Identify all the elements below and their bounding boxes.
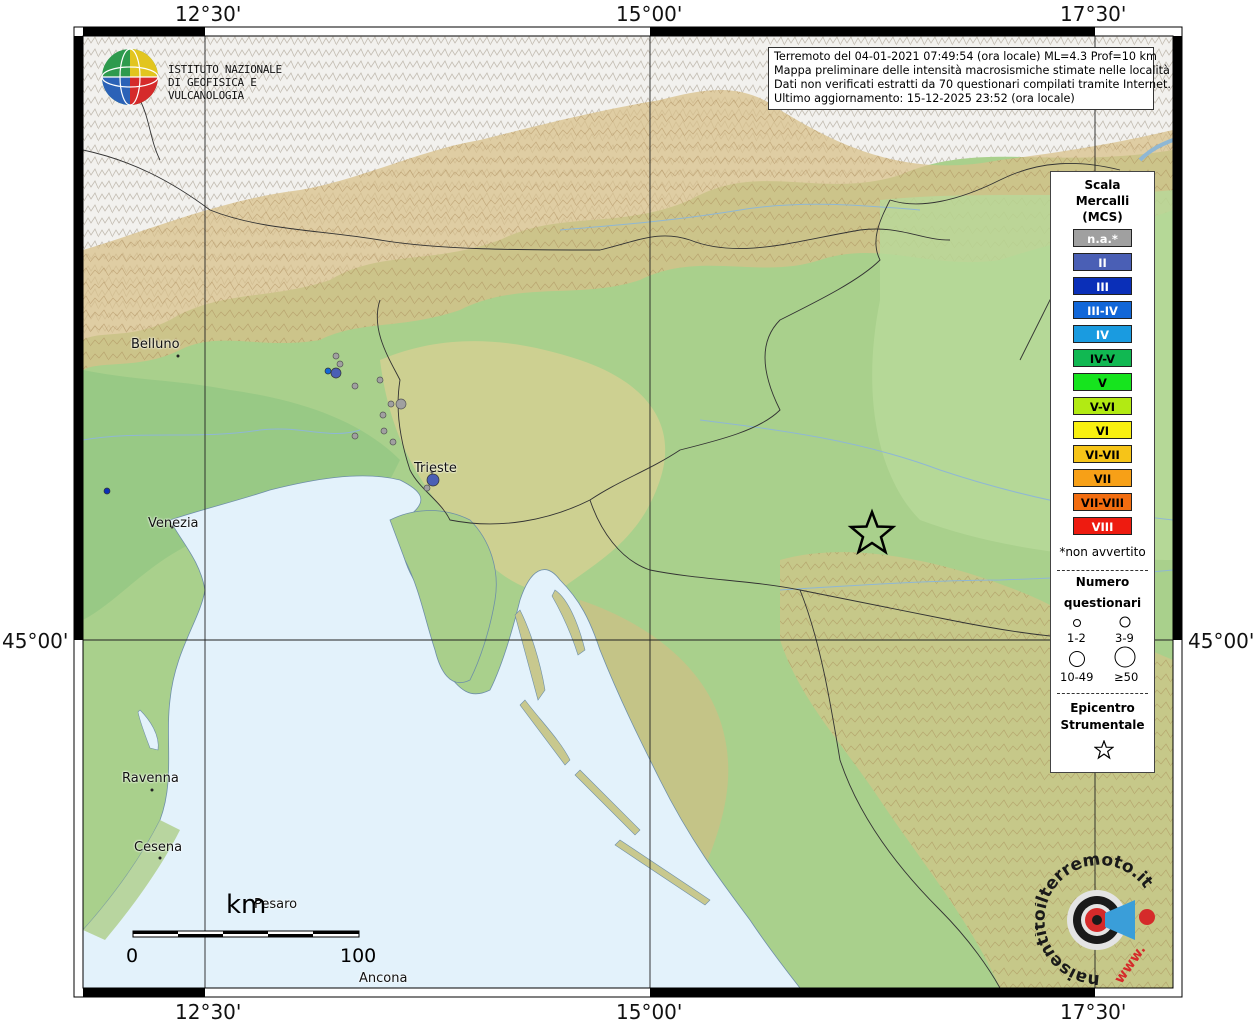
- legend-q-3-9: 3-9: [1115, 631, 1134, 645]
- event-info-line-3: Dati non verificati estratti da 70 quest…: [774, 78, 1171, 91]
- scale-bar-min: 0: [126, 945, 139, 967]
- scale-bar-max: 100: [340, 945, 377, 967]
- scale-item-5: IV-V: [1073, 349, 1132, 367]
- legend-panel: Scala Mercalli (MCS) n.a.* II III III-IV IV I…: [1050, 171, 1155, 773]
- event-info-line-4: Ultimo aggiornamento: 15-12-2025 23:52 (…: [774, 92, 1075, 105]
- legend-title-line-3: (MCS): [1082, 210, 1123, 224]
- legend-separator: [1057, 570, 1148, 571]
- haisentito-logo: haisentitoilterremoto.it www.: [1029, 849, 1165, 990]
- event-info-line-1: Terremoto del 04-01-2021 07:49:54 (ora l…: [774, 50, 1157, 63]
- event-info-line-2: Mappa preliminare delle intensità macros…: [774, 64, 1170, 77]
- intensity-point[interactable]: [380, 427, 388, 435]
- legend-q-50: ≥50: [1114, 670, 1139, 684]
- legend-epi-line-2: Strumentale: [1060, 718, 1145, 732]
- scale-item-7: V-VI: [1073, 397, 1132, 415]
- scale-item-11: VII-VIII: [1073, 493, 1132, 511]
- intensity-point[interactable]: [103, 487, 111, 495]
- legend-epicentro-title: Epicentro Strumentale: [1051, 700, 1154, 734]
- city-label-ravenna: Ravenna: [122, 771, 179, 786]
- legend-q-10-49: 10-49: [1060, 670, 1094, 684]
- city-label-trieste: Trieste: [414, 461, 457, 476]
- city-label-belluno: Belluno: [131, 337, 180, 352]
- lat-label-right: 45°00': [1188, 629, 1255, 653]
- scale-item-12: VIII: [1073, 517, 1132, 535]
- scale-item-10: VII: [1073, 469, 1132, 487]
- lon-label-1500: 15°00': [616, 2, 683, 26]
- intensity-point[interactable]: [351, 382, 359, 390]
- haisentito-www: www.: [1111, 942, 1149, 985]
- intensity-point[interactable]: [423, 484, 431, 492]
- legend-numero-line-2: questionari: [1063, 596, 1142, 610]
- intensity-point[interactable]: [332, 352, 340, 360]
- intensity-point[interactable]: [324, 367, 332, 375]
- globe-icon: [101, 48, 159, 106]
- intensity-point[interactable]: [330, 367, 342, 379]
- scale-item-1: II: [1073, 253, 1132, 271]
- legend-q-1-2: 1-2: [1067, 631, 1086, 645]
- city-label-cesena: Cesena: [134, 840, 183, 855]
- scale-item-2: III: [1073, 277, 1132, 295]
- scale-bar: [132, 930, 360, 938]
- legend-numero-title: Numero questionari: [1051, 574, 1154, 612]
- scale-bar-unit: km: [226, 890, 267, 920]
- intensity-point[interactable]: [336, 360, 344, 368]
- lon-label-1730: 17°30': [1060, 2, 1127, 26]
- lat-label-left: 45°00': [2, 629, 69, 653]
- legend-title: Scala Mercalli (MCS): [1051, 177, 1154, 225]
- legend-title-line-2: Mercalli: [1075, 194, 1130, 208]
- legend-star-icon: [1094, 740, 1114, 760]
- scale-item-4: IV: [1073, 325, 1132, 343]
- legend-epi-line-1: Epicentro: [1070, 701, 1135, 715]
- city-label-ancona: Ancona: [359, 971, 408, 986]
- legend-separator-2: [1057, 693, 1148, 694]
- logo-line-2: DI GEOFISICA E VULCANOLOGIA: [168, 76, 257, 102]
- lon-label-1730-bottom: 17°30': [1060, 1000, 1127, 1024]
- scale-item-3: III-IV: [1073, 301, 1132, 319]
- city-label-venezia: Venezia: [148, 516, 199, 531]
- intensity-point[interactable]: [389, 438, 397, 446]
- event-info-box: Terremoto del 04-01-2021 07:49:54 (ora l…: [768, 47, 1171, 110]
- lon-label-1500-bottom: 15°00': [616, 1000, 683, 1024]
- intensity-point[interactable]: [351, 432, 359, 440]
- legend-title-line-1: Scala: [1084, 178, 1121, 192]
- intensity-point[interactable]: [395, 398, 407, 410]
- ingv-logo: ISTITUTO NAZIONALE DI GEOFISICA E VULCAN…: [100, 47, 320, 107]
- intensity-point[interactable]: [376, 376, 384, 384]
- scale-item-9: VI-VII: [1073, 445, 1132, 463]
- legend-note: *non avvertito: [1059, 545, 1146, 559]
- scale-item-8: VI: [1073, 421, 1132, 439]
- intensity-point[interactable]: [379, 411, 387, 419]
- lon-label-1230-bottom: 12°30': [175, 1000, 242, 1024]
- legend-numero-line-1: Numero: [1075, 575, 1130, 589]
- scale-item-6: V: [1073, 373, 1132, 391]
- lon-label-1230: 12°30': [175, 2, 242, 26]
- intensity-point[interactable]: [387, 400, 395, 408]
- scale-item-0: n.a.*: [1073, 229, 1132, 247]
- logo-line-1: ISTITUTO NAZIONALE: [168, 63, 282, 76]
